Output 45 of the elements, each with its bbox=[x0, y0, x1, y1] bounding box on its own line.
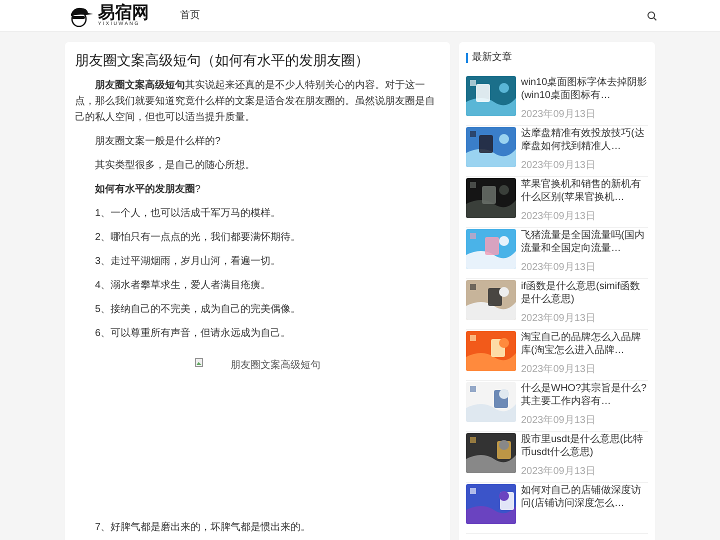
article-date: 2023年09月13日 bbox=[521, 363, 596, 377]
article-date: 2023年09月13日 bbox=[521, 465, 596, 479]
article-list-item[interactable]: if函数是什么意思(simif函数是什么意思) 2023年09月13日 bbox=[466, 279, 648, 330]
article-paragraph: 其实类型很多，是自己的随心所想。 bbox=[94, 158, 256, 173]
article-paragraph: 4、溺水者攀草求生，爱人者满目疮痍。 bbox=[94, 278, 272, 293]
article-link-title: 达摩盘精准有效投放技巧(达摩盘如何找到精准人… bbox=[521, 127, 646, 153]
article-paragraph: 2、哪怕只有一点点的光，我们都要满怀期待。 bbox=[94, 230, 302, 245]
article-paragraph: 5、接纳自己的不完美，成为自己的完美偶像。 bbox=[94, 302, 302, 317]
article-title: 朋友圈文案高级短句（如何有水平的发朋友圈） bbox=[75, 51, 370, 70]
nav-link[interactable]: 首页 bbox=[180, 8, 200, 23]
article-list-item[interactable]: 淘宝自己的品牌怎么入品牌库(淘宝怎么进入品牌… 2023年09月13日 bbox=[466, 330, 648, 381]
article-link-title: 飞猪流量是全国流量吗(国内流量和全国定向流量… bbox=[521, 229, 646, 255]
article-link-title: if函数是什么意思(simif函数是什么意思) bbox=[521, 280, 641, 306]
article-link-title: 股市里usdt是什么意思(比特币usdt什么意思) bbox=[521, 433, 644, 459]
article-link-title: 如何对自己的店铺做深度访问(店铺访问深度怎么… bbox=[521, 484, 642, 510]
article-list-item[interactable]: 如何对自己的店铺做深度访问(店铺访问深度怎么… bbox=[466, 483, 648, 534]
article-date: 2023年09月13日 bbox=[521, 210, 596, 224]
article-date: 2023年09月13日 bbox=[521, 159, 596, 173]
article-link-title: 什么是WHO?其宗旨是什么?其主要工作内容有… bbox=[521, 382, 648, 408]
article-list-item[interactable]: 苹果官换机和销售的新机有什么区别(苹果官换机… 2023年09月13日 bbox=[466, 177, 648, 228]
search-icon[interactable] bbox=[647, 10, 657, 20]
article-list-item[interactable]: 达摩盘精准有效投放技巧(达摩盘如何找到精准人… 2023年09月13日 bbox=[466, 126, 648, 177]
article-link-title: 淘宝自己的品牌怎么入品牌库(淘宝怎么进入品牌… bbox=[521, 331, 642, 357]
article-date: 2023年09月13日 bbox=[521, 312, 596, 326]
article-paragraph: 如何有水平的发朋友圈? bbox=[94, 182, 202, 197]
article-date: 2023年09月13日 bbox=[521, 414, 596, 428]
broken-image-icon bbox=[194, 358, 202, 367]
sidebar-heading: 最新文章 bbox=[472, 50, 512, 65]
article-paragraph: 1、一个人，也可以活成千军万马的模样。 bbox=[94, 206, 282, 221]
article-link-title: win10桌面图标字体去掉阴影(win10桌面图标有… bbox=[521, 76, 648, 102]
article-list-item[interactable]: win10桌面图标字体去掉阴影(win10桌面图标有… 2023年09月13日 bbox=[466, 75, 648, 126]
article-date: 2023年09月13日 bbox=[521, 108, 596, 122]
article-link-title: 苹果官换机和销售的新机有什么区别(苹果官换机… bbox=[521, 178, 642, 204]
article-paragraph: 7、好脾气都是磨出来的，坏脾气都是惯出来的。 bbox=[94, 520, 312, 535]
article-paragraph: 6、可以尊重所有声音，但请永远成为自己。 bbox=[94, 326, 292, 341]
logo-text: 易宿网 bbox=[98, 4, 149, 21]
image-alt-text: 朋友圈文案高级短句 bbox=[230, 358, 320, 373]
article-paragraph: 3、走过平湖烟雨，岁月山河，看遍一切。 bbox=[94, 254, 282, 269]
article-list-item[interactable]: 飞猪流量是全国流量吗(国内流量和全国定向流量… 2023年09月13日 bbox=[466, 228, 648, 279]
article-list-item[interactable]: 股市里usdt是什么意思(比特币usdt什么意思) 2023年09月13日 bbox=[466, 432, 648, 483]
article-paragraph: 朋友圈文案高级短句其实说起来还真的是不少人特别关心的内容。对于这一点，那么我们就要知道究竟什么样的文案是适合发在朋友圈的。虽然说朋友圈是自己的私人空间，但也可以适当提升质量。 bbox=[75, 78, 436, 125]
heading-accent-bar bbox=[466, 52, 468, 62]
article-date: 2023年09月13日 bbox=[521, 261, 596, 275]
article-list-item[interactable]: 什么是WHO?其宗旨是什么?其主要工作内容有… 2023年09月13日 bbox=[466, 381, 648, 432]
article-paragraph: 朋友圈文案一般是什么样的? bbox=[94, 134, 222, 149]
